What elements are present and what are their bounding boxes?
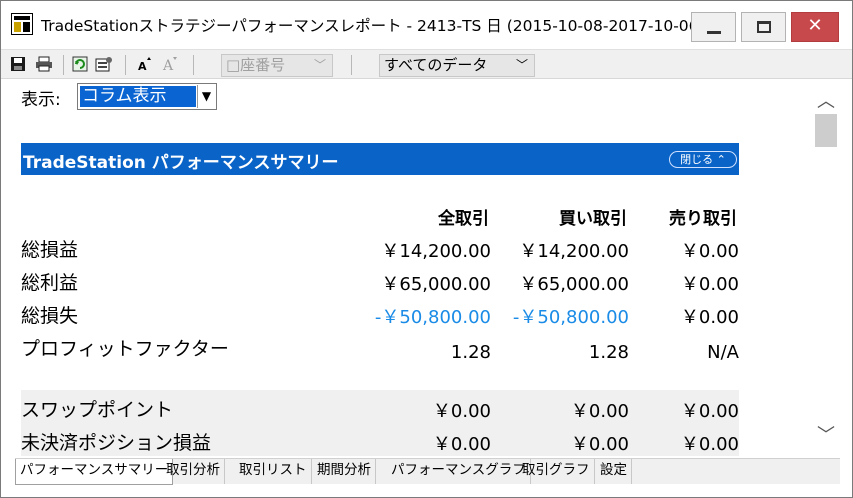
- close-button[interactable]: ✕: [791, 12, 839, 42]
- value-all: ￥65,000.00: [381, 274, 491, 295]
- chevron-down-icon: ﹀: [313, 58, 326, 72]
- value-long: -￥50,800.00: [512, 307, 629, 328]
- tab-trade-list[interactable]: 取引リスト: [235, 459, 312, 484]
- maximize-icon: [757, 21, 771, 33]
- view-mode-label: 表示:: [21, 90, 61, 110]
- row-label: 総損失: [21, 305, 79, 327]
- column-header-long-trades: 買い取引: [559, 209, 627, 229]
- tab-period-analysis[interactable]: 期間分析: [313, 459, 376, 484]
- print-icon[interactable]: [35, 56, 53, 74]
- value-long: ￥0.00: [570, 401, 629, 422]
- toolbar-separator: [193, 55, 194, 75]
- view-mode-value: コラム表示: [80, 86, 196, 107]
- tab-trade-analysis[interactable]: 取引分析: [162, 459, 225, 484]
- scrollbar-thumb[interactable]: [815, 114, 837, 147]
- value-short: N/A: [707, 342, 739, 363]
- row-label: 総損益: [21, 239, 79, 261]
- table-row: 総損益 ￥14,200.00 ￥14,200.00 ￥0.00: [21, 230, 739, 263]
- row-label: スワップポイント: [21, 399, 174, 421]
- value-short: ￥0.00: [680, 274, 739, 295]
- window-title: TradeStationストラテジーパフォーマンスレポート - 2413-TS …: [41, 17, 705, 35]
- title-bar: TradeStationストラテジーパフォーマンスレポート - 2413-TS …: [1, 1, 852, 45]
- column-header-all-trades: 全取引: [438, 209, 489, 229]
- table-row: 総損失 -￥50,800.00 -￥50,800.00 ￥0.00: [21, 296, 739, 329]
- maximize-button[interactable]: [741, 12, 786, 42]
- value-all: ￥14,200.00: [381, 241, 491, 262]
- vertical-scrollbar[interactable]: ︿ ﹀: [813, 81, 840, 456]
- minimize-button[interactable]: [691, 12, 736, 42]
- value-all: ￥0.00: [432, 401, 491, 422]
- row-label: プロフィットファクター: [21, 338, 229, 360]
- value-all: -￥50,800.00: [374, 307, 491, 328]
- value-short: ￥0.00: [680, 401, 739, 422]
- value-short: ￥0.00: [680, 307, 739, 328]
- table-row: 未決済ポジション損益 ￥0.00 ￥0.00 ￥0.00: [21, 423, 739, 456]
- account-number-select[interactable]: □座番号 ﹀: [221, 54, 333, 77]
- performance-summary-header: TradeStation パフォーマンスサマリー 閉じる ⌃: [21, 143, 739, 175]
- tradestation-app-icon: [11, 13, 33, 35]
- toolbar-separator: [63, 55, 64, 75]
- chevron-down-icon: ﹀: [515, 58, 528, 72]
- data-filter-select[interactable]: すべてのデータ ﹀: [379, 54, 535, 77]
- tab-settings[interactable]: 設定: [596, 459, 632, 484]
- chevron-down-icon[interactable]: ▼: [197, 85, 215, 108]
- value-short: ￥0.00: [680, 241, 739, 262]
- view-mode-select[interactable]: コラム表示 ▼: [77, 83, 217, 110]
- refresh-icon[interactable]: [71, 56, 89, 74]
- table-row: スワップポイント ￥0.00 ￥0.00 ￥0.00: [21, 390, 739, 423]
- data-filter-value: すべてのデータ: [384, 56, 488, 74]
- value-all: 1.28: [450, 342, 491, 363]
- value-long: 1.28: [588, 342, 629, 363]
- value-all: ￥0.00: [432, 434, 491, 455]
- close-icon: ✕: [807, 15, 823, 36]
- value-long: ￥14,200.00: [519, 241, 629, 262]
- chevron-down-icon[interactable]: ﹀: [815, 421, 837, 446]
- account-number-value: □座番号: [226, 56, 286, 74]
- table-row: プロフィットファクター 1.28 1.28 N/A: [21, 329, 739, 369]
- increase-font-icon[interactable]: A: [135, 56, 153, 74]
- section-title: TradeStation パフォーマンスサマリー: [23, 153, 339, 173]
- report-tabs: パフォーマンスサマリー 取引分析 取引リスト 期間分析 パフォーマンスグラフ 取…: [15, 458, 840, 485]
- decrease-font-icon[interactable]: A: [161, 56, 179, 74]
- value-short: ￥0.00: [680, 434, 739, 455]
- value-long: ￥65,000.00: [519, 274, 629, 295]
- minimize-icon: [707, 31, 721, 34]
- toolbar-separator: [125, 55, 126, 75]
- chevron-up-icon[interactable]: ︿: [815, 87, 837, 112]
- column-header-short-trades: 売り取引: [669, 209, 737, 229]
- value-long: ￥0.00: [570, 434, 629, 455]
- collapse-button[interactable]: 閉じる ⌃: [669, 151, 737, 168]
- svg-text:A: A: [162, 58, 174, 72]
- row-label: 未決済ポジション損益: [21, 432, 212, 454]
- toolbar: A A □座番号 ﹀ すべてのデータ ﹀: [1, 49, 852, 79]
- tab-trade-graph[interactable]: 取引グラフ: [518, 459, 595, 484]
- svg-text:A: A: [138, 60, 147, 72]
- save-icon[interactable]: [9, 56, 27, 74]
- tab-performance-summary[interactable]: パフォーマンスサマリー: [15, 459, 174, 485]
- table-row: 総利益 ￥65,000.00 ￥65,000.00 ￥0.00: [21, 263, 739, 296]
- tab-performance-graph[interactable]: パフォーマンスグラフ: [387, 459, 531, 484]
- properties-icon[interactable]: [95, 56, 113, 74]
- report-window: TradeStationストラテジーパフォーマンスレポート - 2413-TS …: [0, 0, 853, 498]
- toolbar-separator: [351, 55, 352, 75]
- row-label: 総利益: [21, 272, 79, 294]
- report-content: 表示: コラム表示 ▼ TradeStation パフォーマンスサマリー 閉じる…: [15, 81, 813, 456]
